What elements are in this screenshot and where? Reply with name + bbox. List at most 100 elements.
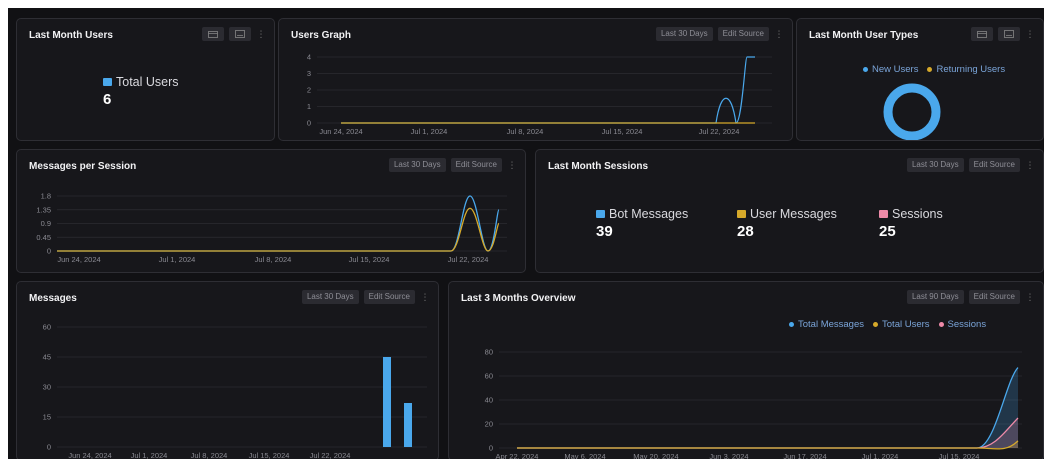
y-tick-label: 1.35 [36, 205, 51, 214]
stat-value: 39 [596, 223, 613, 240]
more-options-icon[interactable]: ⋮ [507, 158, 517, 172]
x-tick-label: Jul 22, 2024 [448, 255, 489, 264]
y-tick-label: 0 [307, 119, 311, 128]
x-tick-label: Jul 8, 2024 [255, 255, 292, 264]
card-last-month-sessions: Last Month Sessions Last 30 Days Edit So… [535, 149, 1044, 273]
messages-bar-chart: 0 15 30 45 60 Jun 24, 2024 Jul 1, 2024 Jul 8, 2… [43, 323, 427, 459]
user-types-donut [883, 83, 941, 140]
y-tick-label: 0.9 [41, 219, 51, 228]
legend-total-users[interactable]: Total Users [873, 319, 930, 330]
more-options-icon[interactable]: ⋮ [774, 27, 784, 41]
x-tick-label: Jul 8, 2024 [191, 451, 228, 459]
card-messages: Messages Last 30 Days Edit Source ⋮ 0 15 3… [16, 281, 439, 459]
edit-source-button[interactable]: Edit Source [717, 27, 769, 41]
bar [404, 403, 412, 447]
card-last-month-users: Last Month Users ⋮ Total Users 6 [16, 18, 275, 141]
card-users-graph: Users Graph Last 30 Days Edit Source ⋮ 0… [278, 18, 793, 141]
card-title: Last 3 Months Overview [461, 293, 576, 304]
legend-total-messages[interactable]: Total Messages [789, 319, 864, 330]
legend-new-users[interactable]: New Users [863, 64, 918, 75]
x-tick-label: Jul 15, 2024 [939, 452, 980, 459]
card-title: Last Month Users [29, 30, 113, 41]
card-title: Last Month User Types [809, 30, 919, 41]
overview-area-chart: 0 20 40 60 80 Apr 22, 2024 May 6, 2024 May 20, … [485, 348, 1022, 459]
area-total-users-line [517, 440, 1019, 450]
y-tick-label: 30 [43, 383, 51, 392]
more-options-icon[interactable]: ⋮ [420, 290, 430, 304]
stat-value: 25 [879, 223, 896, 240]
area-total-messages-line [517, 367, 1019, 449]
date-range-button[interactable]: Last 30 Days [655, 27, 713, 41]
legend-sessions[interactable]: Sessions [938, 319, 986, 330]
card-user-types: Last Month User Types ⋮ New Users Return… [796, 18, 1044, 141]
y-tick-label: 0 [47, 443, 51, 452]
stat-label: Total Users [116, 75, 179, 89]
y-tick-label: 1 [307, 102, 311, 111]
total-users-swatch [103, 78, 112, 86]
stat-label: Sessions [892, 207, 943, 221]
y-tick-label: 3 [307, 69, 311, 78]
x-tick-label: Jun 17, 2024 [783, 452, 826, 459]
x-tick-label: Jul 8, 2024 [507, 127, 544, 136]
area-sessions-fill [517, 418, 1018, 448]
more-options-icon[interactable]: ⋮ [1025, 158, 1035, 172]
image-icon[interactable] [229, 27, 251, 41]
date-range-button[interactable]: Last 90 Days [906, 290, 964, 304]
date-range-button[interactable]: Last 30 Days [906, 158, 964, 172]
y-tick-label: 40 [485, 396, 493, 405]
messages-per-session-chart: 0 0.45 0.9 1.35 1.8 Jun 24, 2024 Jul 1, 2024 Ju… [36, 192, 507, 264]
more-options-icon[interactable]: ⋮ [1025, 290, 1035, 304]
stat-value: 28 [737, 223, 754, 240]
y-tick-label: 80 [485, 348, 493, 357]
dashboard: Last Month Users ⋮ Total Users 6 Users G… [8, 8, 1044, 459]
card-title: Messages [29, 293, 77, 304]
x-tick-label: Jul 15, 2024 [249, 451, 290, 459]
edit-source-button[interactable]: Edit Source [363, 290, 415, 304]
y-tick-label: 15 [43, 413, 51, 422]
users-line-chart: 0 1 2 3 4 Jun 24, 2024 Jul 1, 2024 Jul 8, 2024 J… [307, 53, 772, 136]
legend-returning-users[interactable]: Returning Users [927, 64, 1005, 75]
x-tick-label: Jul 22, 2024 [699, 127, 740, 136]
calendar-icon[interactable] [202, 27, 224, 41]
edit-source-button[interactable]: Edit Source [450, 158, 502, 172]
x-tick-label: Jun 24, 2024 [68, 451, 111, 459]
date-range-button[interactable]: Last 30 Days [388, 158, 446, 172]
y-tick-label: 0 [47, 247, 51, 256]
y-tick-label: 20 [485, 420, 493, 429]
x-tick-label: May 6, 2024 [564, 452, 605, 459]
y-tick-label: 1.8 [41, 192, 51, 201]
stat-label: Bot Messages [609, 207, 689, 221]
y-tick-label: 60 [485, 372, 493, 381]
card-messages-per-session: Messages per Session Last 30 Days Edit S… [16, 149, 526, 273]
date-range-button[interactable]: Last 30 Days [301, 290, 359, 304]
edit-source-button[interactable]: Edit Source [968, 158, 1020, 172]
stat-sessions: Sessions 25 [879, 207, 943, 240]
x-tick-label: Jul 22, 2024 [310, 451, 351, 459]
x-tick-label: Jul 15, 2024 [349, 255, 390, 264]
card-title: Messages per Session [29, 161, 137, 172]
card-title: Users Graph [291, 30, 352, 41]
y-tick-label: 4 [307, 53, 311, 62]
y-tick-label: 45 [43, 353, 51, 362]
edit-source-button[interactable]: Edit Source [968, 290, 1020, 304]
stat-bot-messages: Bot Messages 39 [596, 207, 688, 240]
y-tick-label: 0.45 [36, 233, 51, 242]
y-tick-label: 0 [489, 444, 493, 453]
area-total-messages-fill [517, 367, 1018, 448]
x-tick-label: Jul 1, 2024 [411, 127, 448, 136]
bar [383, 357, 391, 447]
card-overview: Last 3 Months Overview Last 90 Days Edit… [448, 281, 1044, 459]
x-tick-label: Jul 1, 2024 [159, 255, 196, 264]
x-tick-label: Jun 3, 2024 [709, 452, 748, 459]
more-options-icon[interactable]: ⋮ [256, 27, 266, 41]
calendar-icon[interactable] [971, 27, 993, 41]
x-tick-label: May 20, 2024 [633, 452, 678, 459]
x-tick-label: Jun 24, 2024 [319, 127, 362, 136]
x-tick-label: Jul 15, 2024 [602, 127, 643, 136]
more-options-icon[interactable]: ⋮ [1025, 27, 1035, 41]
pie-slice-new-users [883, 83, 941, 140]
stat-total-users: Total Users 6 [103, 75, 179, 108]
image-icon[interactable] [998, 27, 1020, 41]
x-tick-label: Jul 1, 2024 [862, 452, 899, 459]
x-tick-label: Jul 1, 2024 [131, 451, 168, 459]
